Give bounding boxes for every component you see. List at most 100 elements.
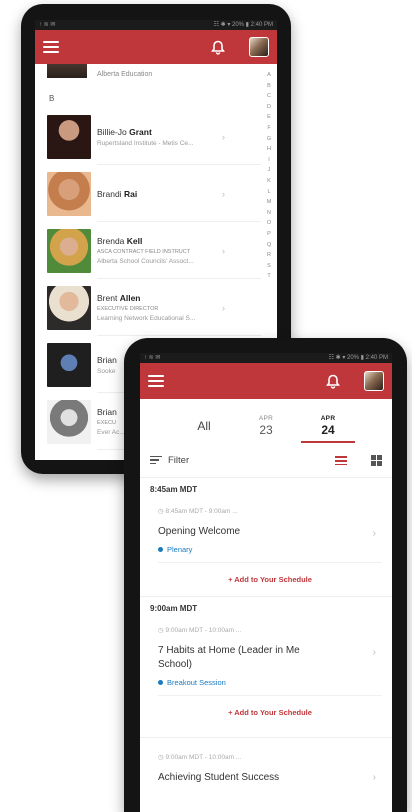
- chevron-right-icon: ›: [222, 132, 225, 142]
- index-letter[interactable]: Q: [267, 240, 271, 251]
- index-letter[interactable]: P: [267, 229, 271, 240]
- index-letter[interactable]: G: [267, 134, 271, 145]
- attendee-photo: [47, 64, 87, 78]
- add-to-schedule-button[interactable]: + Add to Your Schedule: [158, 562, 382, 596]
- app-bar: [35, 30, 277, 64]
- session-item[interactable]: ◷ 9:00am MDT - 10:00am ... Achieving Stu…: [140, 737, 392, 785]
- chevron-right-icon: ›: [372, 772, 376, 783]
- list-item[interactable]: Billie-Jo Grant Rupertsland Institute - …: [35, 108, 277, 165]
- section-letter: B: [49, 94, 55, 103]
- attendee-last-name: Kell: [126, 236, 143, 246]
- chevron-right-icon: ›: [222, 189, 225, 199]
- status-right: ☷ ✱ ▾ 20% ▮ 2:40 PM: [213, 22, 273, 28]
- chevron-right-icon: ›: [372, 528, 376, 539]
- attendee-last-name: Allen: [119, 293, 141, 303]
- session-title: Achieving Student Success: [158, 772, 280, 783]
- app-bar: [140, 363, 392, 399]
- session-title: 7 Habits at Home (Leader in Me School): [158, 645, 300, 670]
- bell-icon[interactable]: [326, 374, 340, 389]
- avatar[interactable]: [364, 371, 384, 391]
- attendee-last-name: Grant: [129, 126, 152, 137]
- status-right: ☷ ✱ ▾ 20% ▮ 2:40 PM: [328, 355, 388, 361]
- status-bar: ↑ ≋ ✉ ☷ ✱ ▾ 20% ▮ 2:40 PM: [35, 20, 277, 30]
- index-letter[interactable]: M: [267, 197, 272, 208]
- list-item[interactable]: Brent Allen EXECUTIVE DIRECTOR Learning …: [35, 279, 277, 336]
- attendee-photo: [47, 228, 91, 273]
- attendee-org: Alberta School Councils' Assoct...: [97, 258, 194, 265]
- chevron-right-icon: ›: [222, 246, 225, 256]
- tab-day: 23: [259, 423, 273, 437]
- attendee-org: Alberta Education: [97, 70, 153, 78]
- tab-day: 24: [321, 423, 335, 437]
- index-letter[interactable]: C: [267, 91, 271, 102]
- session-group: 8:45am MDT ◷ 8:45am MDT - 9:00am ... Ope…: [140, 477, 392, 596]
- schedule-phone: ↑ ≋ ✉ ☷ ✱ ▾ 20% ▮ 2:40 PM All APR 23 APR…: [124, 338, 407, 812]
- index-letter[interactable]: A: [267, 70, 271, 81]
- session-time-range: ◷ 8:45am MDT - 9:00am ...: [158, 508, 238, 515]
- list-item[interactable]: Brandi Rai ›: [35, 165, 277, 222]
- status-left: ↑ ≋ ✉: [144, 355, 161, 361]
- attendee-photo: [47, 285, 91, 330]
- index-letter[interactable]: S: [267, 261, 271, 272]
- index-letter[interactable]: D: [267, 102, 271, 113]
- session-tag: Plenary: [158, 545, 382, 554]
- session-title: Opening Welcome: [158, 526, 241, 537]
- tab-apr-24[interactable]: APR 24: [297, 415, 359, 443]
- index-letter[interactable]: F: [267, 123, 270, 134]
- bell-icon[interactable]: [211, 40, 225, 55]
- index-letter[interactable]: N: [267, 208, 271, 219]
- attendee-photo: [47, 342, 91, 387]
- attendee-first-name: Brandi: [97, 188, 122, 199]
- day-tabs: All APR 23 APR 24: [140, 399, 392, 443]
- index-letter[interactable]: E: [267, 112, 271, 123]
- index-letter[interactable]: T: [267, 271, 270, 282]
- chevron-right-icon: ›: [222, 303, 225, 313]
- attendee-first-name: Brent: [97, 293, 118, 303]
- list-item[interactable]: Alberta Education: [35, 64, 277, 84]
- attendee-photo: [47, 171, 91, 216]
- list-view-icon[interactable]: [335, 454, 347, 467]
- session-tag: Breakout Session: [158, 678, 382, 687]
- alphabet-index[interactable]: ABCDEFGHIJKLMNOPQRST: [264, 70, 274, 282]
- avatar[interactable]: [249, 37, 269, 57]
- attendee-first-name: Brian: [97, 354, 117, 365]
- index-letter[interactable]: H: [267, 144, 271, 155]
- session-time-range: ◷ 9:00am MDT - 10:00am ...: [158, 754, 242, 761]
- menu-icon[interactable]: [43, 41, 59, 53]
- tab-all[interactable]: All: [173, 419, 235, 443]
- chevron-right-icon: ›: [372, 647, 376, 658]
- session-time-range: ◷ 9:00am MDT - 10:00am ...: [158, 627, 242, 634]
- filter-icon[interactable]: [150, 454, 162, 466]
- filter-button[interactable]: Filter: [168, 455, 189, 466]
- index-letter[interactable]: B: [267, 81, 271, 92]
- tab-apr-23[interactable]: APR 23: [235, 415, 297, 443]
- index-letter[interactable]: J: [268, 165, 271, 176]
- tab-month: APR: [320, 415, 336, 422]
- status-left: ↑ ≋ ✉: [39, 22, 56, 28]
- index-letter[interactable]: L: [267, 187, 270, 198]
- attendee-photo: [47, 399, 91, 444]
- time-header: 8:45am MDT: [140, 477, 392, 504]
- session-item[interactable]: ◷ 9:00am MDT - 10:00am ... 7 Habits at H…: [140, 623, 392, 687]
- schedule-screen: ↑ ≋ ✉ ☷ ✱ ▾ 20% ▮ 2:40 PM All APR 23 APR…: [140, 353, 392, 812]
- index-letter[interactable]: K: [267, 176, 271, 187]
- list-item[interactable]: Brenda Kell ASCA CONTRACT FIELD INSTRUCT…: [35, 222, 277, 279]
- filter-bar: Filter: [140, 443, 392, 477]
- attendee-org: Learning Network Educational S...: [97, 315, 196, 322]
- add-to-schedule-button[interactable]: + Add to Your Schedule: [158, 695, 382, 729]
- tab-month: APR: [258, 415, 274, 422]
- attendee-first-name: Billie-Jo: [97, 126, 127, 137]
- time-header: 9:00am MDT: [140, 596, 392, 623]
- status-bar: ↑ ≋ ✉ ☷ ✱ ▾ 20% ▮ 2:40 PM: [140, 353, 392, 363]
- session-group: 9:00am MDT ◷ 9:00am MDT - 10:00am ... 7 …: [140, 596, 392, 729]
- grid-view-icon[interactable]: [371, 455, 382, 467]
- index-letter[interactable]: R: [267, 250, 271, 261]
- attendee-photo: [47, 114, 91, 159]
- menu-icon[interactable]: [148, 375, 164, 387]
- index-letter[interactable]: I: [268, 155, 270, 166]
- attendee-first-name: Brenda: [97, 236, 125, 246]
- index-letter[interactable]: O: [267, 218, 271, 229]
- session-item[interactable]: ◷ 8:45am MDT - 9:00am ... Opening Welcom…: [140, 504, 392, 554]
- attendee-first-name: Brian: [97, 407, 117, 417]
- attendee-last-name: Rai: [123, 188, 138, 199]
